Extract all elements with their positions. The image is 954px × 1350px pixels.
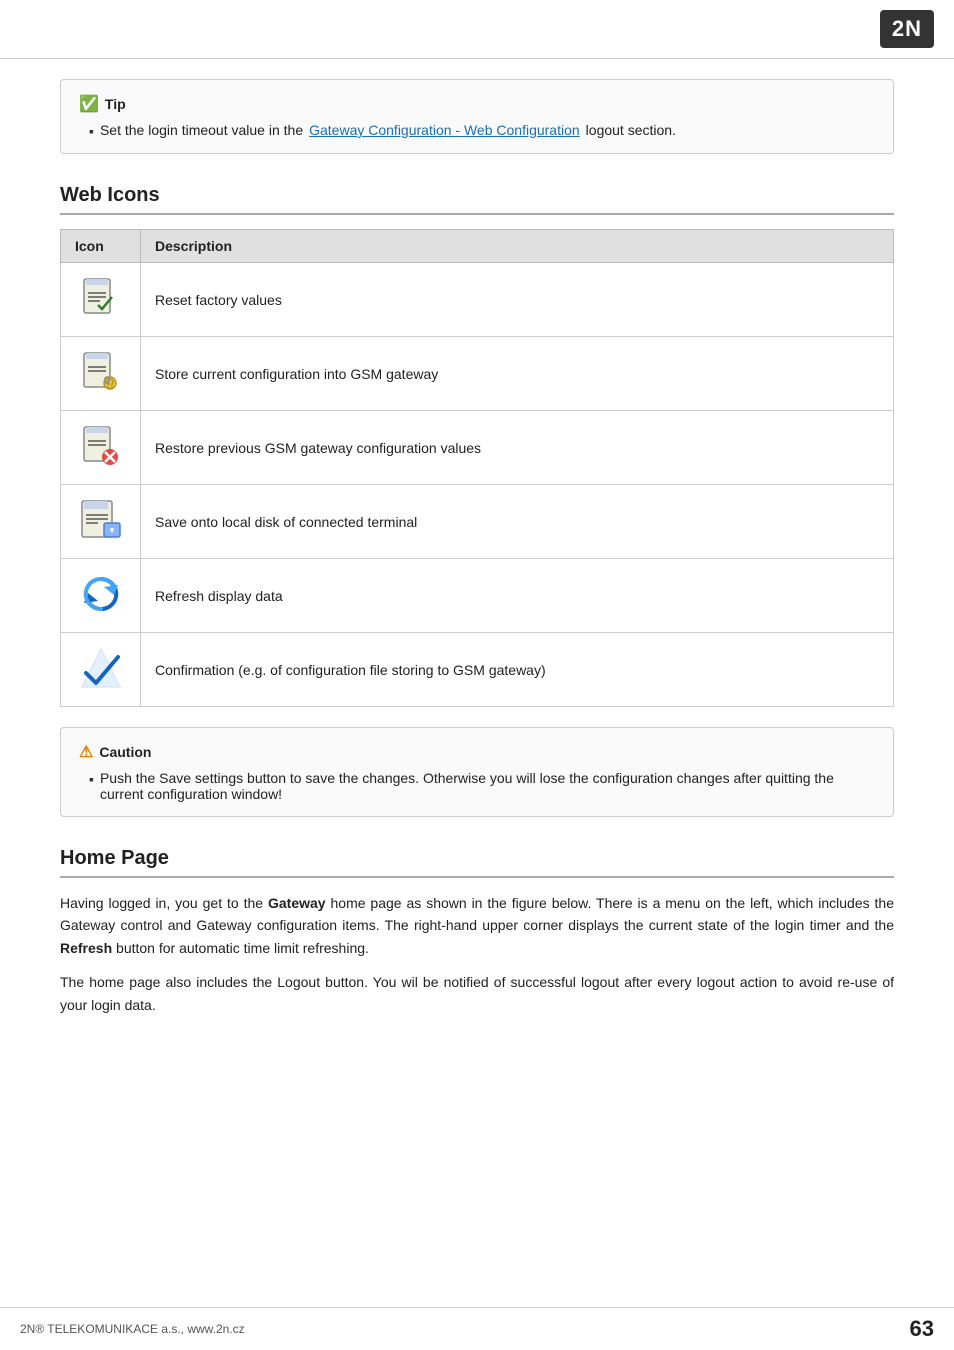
table-row: Restore previous GSM gateway configurati… — [61, 411, 894, 485]
icon-description: Reset factory values — [141, 263, 894, 337]
icon-description: Save onto local disk of connected termin… — [141, 485, 894, 559]
col-description-header: Description — [141, 230, 894, 263]
table-row: Confirmation (e.g. of configuration file… — [61, 633, 894, 707]
table-row: Store current configuration into GSM gat… — [61, 337, 894, 411]
tip-text-before: Set the login timeout value in the — [100, 122, 303, 138]
refresh-icon — [78, 571, 124, 617]
icons-table: Icon Description Reset factory values St… — [60, 229, 894, 707]
tip-body: Set the login timeout value in the Gatew… — [79, 122, 875, 139]
caution-icon: ⚠ — [79, 742, 93, 762]
confirm-icon — [78, 645, 124, 691]
confirm-icon — [61, 633, 141, 707]
col-icon-header: Icon — [61, 230, 141, 263]
caution-box: ⚠ Caution Push the Save settings button … — [60, 727, 894, 817]
tip-icon: ✅ — [79, 94, 99, 114]
table-row: ▼ Save onto local disk of connected term… — [61, 485, 894, 559]
save-local-icon: ▼ — [78, 497, 124, 543]
home-para1: Having logged in, you get to the Gateway… — [60, 892, 894, 959]
web-icons-section: Web Icons Icon Description Reset factory… — [60, 184, 894, 707]
icon-description: Confirmation (e.g. of configuration file… — [141, 633, 894, 707]
caution-body: Push the Save settings button to save th… — [79, 770, 875, 802]
icon-description: Restore previous GSM gateway configurati… — [141, 411, 894, 485]
caution-label: Caution — [99, 744, 151, 760]
tip-header: ✅ Tip — [79, 94, 875, 114]
caution-header: ⚠ Caution — [79, 742, 875, 762]
caution-text: Push the Save settings button to save th… — [100, 770, 875, 802]
home-page-heading: Home Page — [60, 847, 894, 878]
refresh-icon — [61, 559, 141, 633]
footer-left: 2N® TELEKOMUNIKACE a.s., www.2n.cz — [20, 1322, 245, 1336]
save-local-icon: ▼ — [61, 485, 141, 559]
main-content: ✅ Tip Set the login timeout value in the… — [0, 59, 954, 1068]
reset-factory-icon — [78, 275, 124, 321]
tip-label: Tip — [105, 96, 126, 112]
table-row: Refresh display data — [61, 559, 894, 633]
table-row: Reset factory values — [61, 263, 894, 337]
tip-text-after: logout section. — [586, 122, 676, 138]
restore-config-icon — [61, 411, 141, 485]
restore-config-icon — [78, 423, 124, 469]
store-config-icon — [78, 349, 124, 395]
page-header: 2N — [0, 0, 954, 59]
icon-description: Refresh display data — [141, 559, 894, 633]
tip-box: ✅ Tip Set the login timeout value in the… — [60, 79, 894, 154]
home-page-section: Home Page Having logged in, you get to t… — [60, 847, 894, 1016]
svg-text:▼: ▼ — [108, 526, 116, 535]
store-config-icon — [61, 337, 141, 411]
page-footer: 2N® TELEKOMUNIKACE a.s., www.2n.cz 63 — [0, 1307, 954, 1350]
footer-page: 63 — [910, 1316, 934, 1342]
web-icons-heading: Web Icons — [60, 184, 894, 215]
tip-link[interactable]: Gateway Configuration - Web Configuratio… — [309, 122, 580, 138]
home-para2: The home page also includes the Logout b… — [60, 971, 894, 1016]
icon-description: Store current configuration into GSM gat… — [141, 337, 894, 411]
reset-factory-icon — [61, 263, 141, 337]
logo-badge: 2N — [880, 10, 934, 48]
